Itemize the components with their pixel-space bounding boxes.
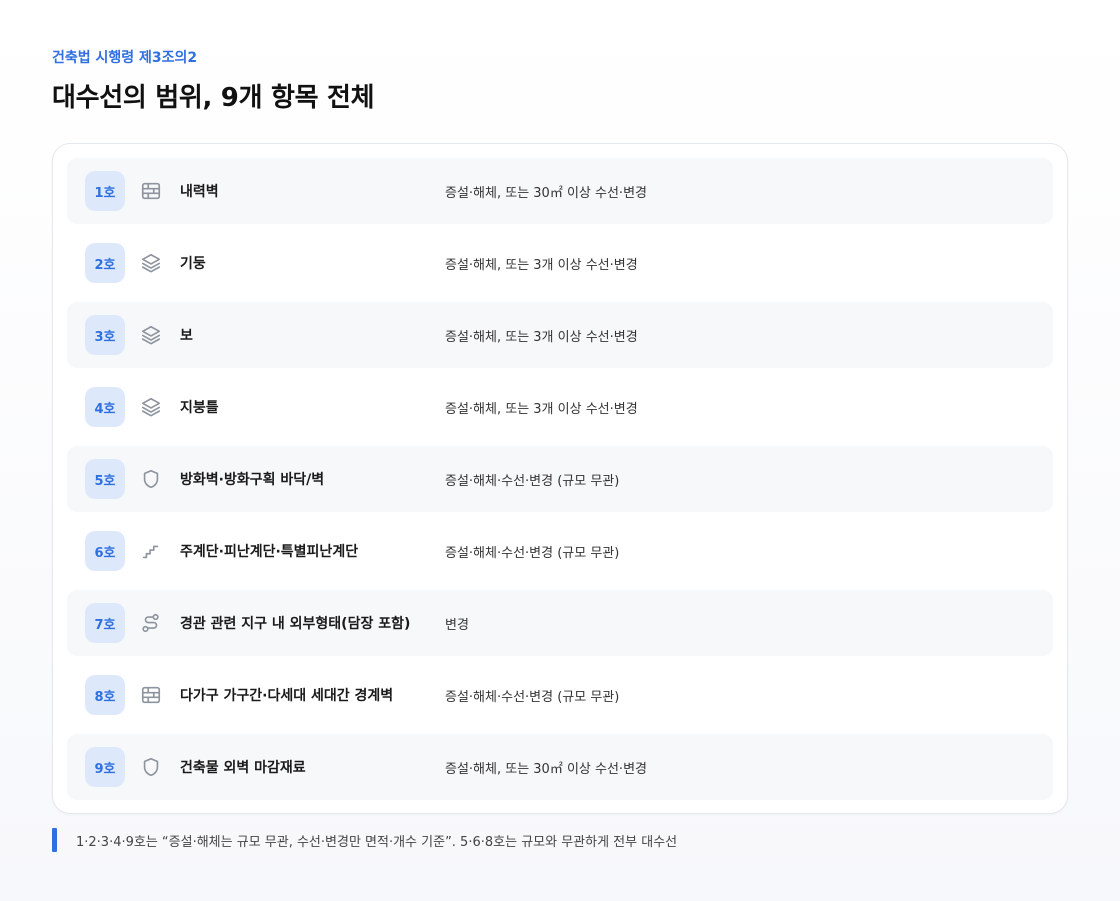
item-name: 기둥	[180, 256, 206, 272]
item-number-badge: 6호	[85, 531, 125, 571]
page: 건축법 시행령 제3조의2 대수선의 범위, 9개 항목 전체 1호 내력벽 증…	[0, 0, 1120, 901]
item-description: 증설·해체·수선·변경 (규모 무관)	[445, 689, 620, 705]
route-icon	[140, 612, 162, 634]
item-number-badge: 1호	[85, 171, 125, 211]
item-name: 경관 관련 지구 내 외부형태(담장 포함)	[180, 616, 411, 632]
item-description: 증설·해체, 또는 30㎡ 이상 수선·변경	[445, 761, 647, 777]
item-description: 증설·해체·수선·변경 (규모 무관)	[445, 545, 620, 561]
item-name: 주계단·피난계단·특별피난계단	[180, 544, 359, 560]
list-item: 8호 다가구 가구간·다세대 세대간 경계벽 증설·해체·수선·변경 (규모 무…	[67, 662, 1053, 728]
footnote-text: 1·2·3·4·9호는 “증설·해체는 규모 무관, 수선·변경만 면적·개수 …	[76, 834, 678, 850]
item-name: 다가구 가구간·다세대 세대간 경계벽	[180, 688, 394, 704]
item-name: 보	[180, 328, 193, 344]
item-number-badge: 9호	[85, 747, 125, 787]
item-description: 증설·해체, 또는 3개 이상 수선·변경	[445, 401, 638, 417]
list-item: 1호 내력벽 증설·해체, 또는 30㎡ 이상 수선·변경	[67, 158, 1053, 224]
law-reference: 건축법 시행령 제3조의2	[52, 50, 198, 66]
item-name: 내력벽	[180, 184, 219, 200]
item-name: 건축물 외벽 마감재료	[180, 760, 306, 776]
wall-icon	[140, 180, 162, 202]
shield-icon	[140, 756, 162, 778]
footnote: 1·2·3·4·9호는 “증설·해체는 규모 무관, 수선·변경만 면적·개수 …	[52, 828, 677, 852]
shield-icon	[140, 468, 162, 490]
page-title: 대수선의 범위, 9개 항목 전체	[52, 83, 375, 113]
item-name: 지붕틀	[180, 400, 219, 416]
list-item: 2호 기둥 증설·해체, 또는 3개 이상 수선·변경	[67, 230, 1053, 296]
layers-icon	[140, 324, 162, 346]
item-number-badge: 5호	[85, 459, 125, 499]
stairs-icon	[140, 540, 162, 562]
item-number-badge: 4호	[85, 387, 125, 427]
layers-icon	[140, 396, 162, 418]
list-item: 6호 주계단·피난계단·특별피난계단 증설·해체·수선·변경 (규모 무관)	[67, 518, 1053, 584]
item-description: 증설·해체, 또는 3개 이상 수선·변경	[445, 329, 638, 345]
item-description: 증설·해체, 또는 3개 이상 수선·변경	[445, 257, 638, 273]
item-number-badge: 3호	[85, 315, 125, 355]
list-item: 3호 보 증설·해체, 또는 3개 이상 수선·변경	[67, 302, 1053, 368]
list-item: 4호 지붕틀 증설·해체, 또는 3개 이상 수선·변경	[67, 374, 1053, 440]
list-item: 9호 건축물 외벽 마감재료 증설·해체, 또는 30㎡ 이상 수선·변경	[67, 734, 1053, 800]
item-description: 증설·해체, 또는 30㎡ 이상 수선·변경	[445, 185, 647, 201]
wall-icon	[140, 684, 162, 706]
item-description: 변경	[445, 617, 469, 633]
item-number-badge: 7호	[85, 603, 125, 643]
footnote-accent-bar	[52, 828, 57, 852]
list-item: 7호 경관 관련 지구 내 외부형태(담장 포함) 변경	[67, 590, 1053, 656]
item-number-badge: 8호	[85, 675, 125, 715]
list-item: 5호 방화벽·방화구획 바닥/벽 증설·해체·수선·변경 (규모 무관)	[67, 446, 1053, 512]
layers-icon	[140, 252, 162, 274]
item-number-badge: 2호	[85, 243, 125, 283]
item-description: 증설·해체·수선·변경 (규모 무관)	[445, 473, 620, 489]
items-card: 1호 내력벽 증설·해체, 또는 30㎡ 이상 수선·변경 2호 기둥 증설·해…	[52, 143, 1068, 814]
item-name: 방화벽·방화구획 바닥/벽	[180, 472, 325, 488]
